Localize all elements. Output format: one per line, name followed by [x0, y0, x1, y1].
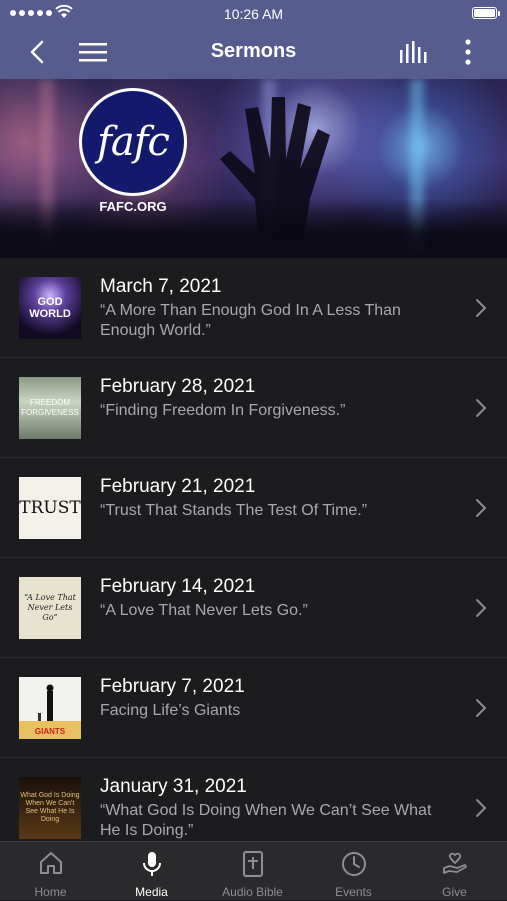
sermon-date: February 28, 2021 [100, 376, 256, 397]
chevron-right-icon [476, 799, 487, 817]
chevron-right-icon [476, 499, 487, 517]
tab-label: Home [34, 885, 67, 899]
tab-home[interactable]: Home [0, 842, 101, 901]
tab-label: Media [135, 885, 168, 899]
hero-banner [0, 79, 507, 258]
sermon-thumbnail: GIANTS [19, 677, 81, 739]
sermon-date: March 7, 2021 [100, 276, 222, 297]
sermon-date: February 7, 2021 [100, 676, 245, 697]
header: 10:26 AM Sermons [0, 0, 507, 79]
chevron-right-icon [476, 399, 487, 417]
tab-media[interactable]: Media [101, 842, 202, 901]
sermon-row[interactable]: TRUST February 21, 2021 “Trust That Stan… [0, 458, 507, 558]
chevron-right-icon [476, 299, 487, 317]
status-bar: 10:26 AM [0, 0, 507, 26]
tab-events[interactable]: Events [303, 842, 404, 901]
equalizer-icon [400, 41, 427, 63]
bible-icon [242, 851, 263, 877]
sermon-thumbnail: FREEDOM FORGIVENESS [19, 377, 81, 439]
sermon-title: “A More Than Enough God In A Less Than E… [100, 302, 401, 339]
sermon-date: February 14, 2021 [100, 576, 256, 597]
sermon-date: February 21, 2021 [100, 476, 256, 497]
crowd-silhouette [0, 198, 507, 258]
chevron-right-icon [476, 699, 487, 717]
clock-icon [341, 852, 366, 876]
thumbnail-text: FREEDOM FORGIVENESS [21, 398, 79, 417]
sermon-title: “Finding Freedom In Forgiveness.” [100, 402, 346, 419]
tab-label: Audio Bible [222, 885, 283, 899]
sermon-row[interactable]: GIANTS February 7, 2021 Facing Life’s Gi… [0, 658, 507, 758]
sermon-thumbnail: TRUST [19, 477, 81, 539]
logo-url: FAFC.ORG [99, 199, 167, 214]
tab-label: Give [442, 885, 467, 899]
home-icon [39, 852, 62, 874]
chevron-right-icon [476, 599, 487, 617]
tab-bar: Home Media Audio Bible Events Give [0, 841, 507, 900]
logo-text: fafc [97, 119, 170, 165]
battery-icon [472, 7, 500, 19]
sermon-date: January 31, 2021 [100, 776, 247, 797]
thumbnail-text: GIANTS [34, 727, 66, 736]
tab-give[interactable]: Give [404, 842, 505, 901]
sermon-title: “Trust That Stands The Test Of Time.” [100, 502, 368, 519]
sermon-row[interactable]: “A Love That Never Lets Go” February 14,… [0, 558, 507, 658]
thumbnail-text: What God Is Doing When We Can't See What… [20, 792, 80, 823]
sermon-thumbnail: GOD WORLD [19, 277, 81, 339]
tab-audio-bible[interactable]: Audio Bible [202, 842, 303, 901]
thumbnail-text: TRUST [19, 498, 81, 518]
sermon-thumbnail: “A Love That Never Lets Go” [19, 577, 81, 639]
church-logo: fafc [79, 88, 187, 196]
sermon-title: “What God Is Doing When We Can’t See Wha… [100, 802, 432, 839]
sermon-title: “A Love That Never Lets Go.” [100, 602, 308, 619]
sermon-list: GOD WORLD March 7, 2021 “A More Than Eno… [0, 258, 507, 841]
thumbnail-text: “A Love That Never Lets Go” [24, 593, 76, 622]
now-playing-button[interactable] [396, 36, 432, 68]
status-time: 10:26 AM [223, 6, 284, 22]
sermon-row[interactable]: What God Is Doing When We Can't See What… [0, 758, 507, 841]
sermon-thumbnail: What God Is Doing When We Can't See What… [19, 777, 81, 839]
thumbnail-text: GOD WORLD [29, 296, 71, 320]
more-options-button[interactable] [456, 36, 480, 68]
sermon-title: Facing Life’s Giants [100, 702, 241, 719]
sermon-row[interactable]: FREEDOM FORGIVENESS February 28, 2021 “F… [0, 358, 507, 458]
tab-label: Events [335, 885, 372, 899]
hand-heart-icon [442, 852, 467, 874]
sermon-row[interactable]: GOD WORLD March 7, 2021 “A More Than Eno… [0, 258, 507, 358]
microphone-icon [142, 852, 161, 876]
vertical-ellipsis-icon [465, 39, 471, 65]
